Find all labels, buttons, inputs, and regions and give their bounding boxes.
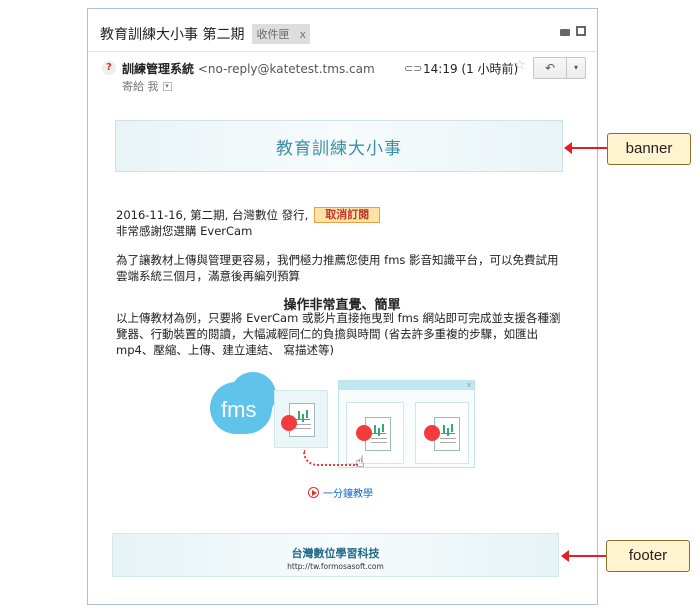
hand-cursor-icon: ☝ <box>355 452 365 471</box>
play-icon <box>308 487 319 498</box>
banner-arrow <box>564 142 608 154</box>
banner-title: 教育訓練大小事 <box>276 138 402 159</box>
red-dot-icon <box>356 425 372 441</box>
bar-chart-icon <box>441 424 455 434</box>
inbox-label-tag[interactable]: 收件匣 x <box>252 24 310 44</box>
sender-email: <no-reply@katetest.tms.camder <box>197 62 374 76</box>
unsubscribe-button[interactable]: 取消訂閱 <box>314 207 381 223</box>
top-icons <box>560 26 586 36</box>
banner-callout: banner <box>607 133 691 165</box>
inbox-label-text: 收件匣 <box>256 28 290 41</box>
star-icon[interactable]: ☆ <box>514 58 526 73</box>
recipient-line: 寄給 我 ▾ <box>122 78 172 94</box>
show-details-chevron-icon[interactable]: ▾ <box>162 81 172 91</box>
print-icon[interactable] <box>560 26 570 36</box>
subject-row: 教育訓練大小事 第二期 收件匣 x <box>100 24 310 44</box>
sender-line: 訓練管理系統 <no-reply@katetest.tms.camder <box>122 60 374 77</box>
reply-button[interactable]: ↶ <box>533 57 567 79</box>
drag-path-arrow <box>303 450 358 466</box>
text-line <box>371 438 387 439</box>
uploaded-document-tile <box>415 402 469 464</box>
text-line <box>440 442 456 443</box>
footer-url[interactable]: http://tw.formosasoft.com <box>113 562 558 571</box>
sender-name[interactable]: 訓練管理系統 <box>122 62 194 76</box>
footer-arrow <box>561 550 607 562</box>
text-line <box>295 424 311 425</box>
description-paragraph: 以上傳教材為例，只要將 EverCam 或影片直接拖曳到 fms 網站即可完成並… <box>116 311 561 357</box>
new-window-icon[interactable] <box>576 26 586 36</box>
newsletter-footer: 台灣數位學習科技 http://tw.formosasoft.com <box>112 533 559 577</box>
tutorial-video-link[interactable]: 一分鐘教學 <box>308 485 373 500</box>
bar-chart-icon <box>372 424 386 434</box>
intro-paragraph: 為了讓教材上傳與管理更容易，我們極力推薦您使用 fms 影音知識平台，可以免費試… <box>116 253 559 283</box>
question-icon: ? <box>102 61 116 75</box>
window-titlebar: x <box>339 381 474 390</box>
upload-illustration: fms x ☝ <box>205 370 477 478</box>
thanks-line: 非常感謝您選購 EverCam <box>116 224 253 238</box>
email-time: 14:19 (1 小時前) <box>423 62 519 76</box>
issue-text: 2016-11-16, 第二期, 台灣數位 發行, <box>116 208 309 222</box>
email-subject: 教育訓練大小事 第二期 <box>100 27 245 43</box>
tutorial-link-text[interactable]: 一分鐘教學 <box>323 485 373 500</box>
footer-company: 台灣數位學習科技 <box>291 547 380 560</box>
reply-icon: ↶ <box>544 61 556 75</box>
red-dot-icon <box>281 415 297 431</box>
chevron-down-icon: ▾ <box>573 63 578 72</box>
fms-logo: fms <box>221 397 257 422</box>
newsletter-banner: 教育訓練大小事 <box>115 120 563 172</box>
header-divider <box>88 51 597 52</box>
more-actions-button[interactable]: ▾ <box>566 57 586 79</box>
red-dot-icon <box>424 425 440 441</box>
footer-callout: footer <box>606 540 690 572</box>
issue-line: 2016-11-16, 第二期, 台灣數位 發行, 取消訂閱 <box>116 207 568 223</box>
paperclip-icon: ⊂⊃ <box>404 62 423 75</box>
text-line <box>371 442 387 443</box>
remove-label-icon[interactable]: x <box>299 28 306 41</box>
recipient-text: 寄給 我 <box>122 80 159 93</box>
source-document-tile <box>274 390 328 448</box>
bar-chart-icon <box>296 410 310 420</box>
text-line <box>295 428 311 429</box>
text-line <box>440 438 456 439</box>
